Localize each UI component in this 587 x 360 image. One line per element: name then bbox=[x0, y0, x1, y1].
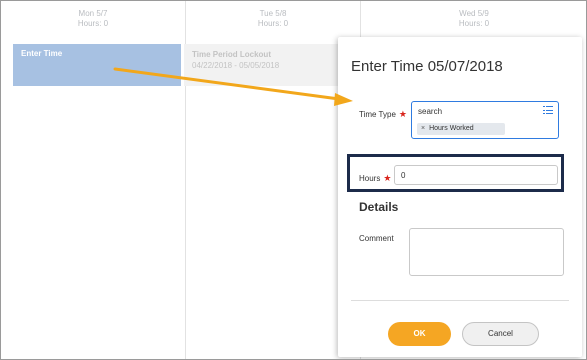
panel-title: Enter Time 05/07/2018 bbox=[351, 58, 503, 75]
details-heading: Details bbox=[359, 200, 399, 214]
lockout-title: Time Period Lockout bbox=[192, 50, 271, 59]
list-icon[interactable] bbox=[543, 106, 553, 115]
enter-time-entry[interactable]: Enter Time bbox=[13, 44, 181, 86]
day-label: Tue 5/8 bbox=[259, 9, 287, 18]
day-header-mon: Mon 5/7 Hours: 0 bbox=[1, 9, 185, 29]
chip-label: Hours Worked bbox=[429, 125, 474, 132]
day-label: Wed 5/9 bbox=[459, 9, 489, 18]
time-type-search-input[interactable]: search bbox=[418, 107, 442, 116]
hours-label-text: Hours bbox=[359, 174, 381, 183]
divider bbox=[351, 300, 569, 301]
screenshot-frame: Mon 5/7 Hours: 0 Tue 5/8 Hours: 0 Wed 5/… bbox=[0, 0, 587, 360]
time-type-label: Time Type ★ bbox=[359, 109, 407, 120]
comment-label: Comment bbox=[359, 234, 394, 243]
chip-remove-icon[interactable]: × bbox=[421, 125, 425, 132]
day-label: Mon 5/7 bbox=[78, 9, 108, 18]
time-type-label-text: Time Type bbox=[359, 110, 396, 119]
time-period-lockout-entry[interactable]: Time Period Lockout 04/22/2018 - 05/05/2… bbox=[184, 44, 342, 86]
day-header-tue: Tue 5/8 Hours: 0 bbox=[186, 9, 360, 29]
time-type-prompt[interactable]: search × Hours Worked bbox=[411, 101, 559, 139]
day-hours: Hours: 0 bbox=[458, 19, 490, 28]
required-star-icon: ★ bbox=[398, 109, 407, 119]
enter-time-entry-label: Enter Time bbox=[21, 49, 63, 58]
comment-textarea[interactable] bbox=[409, 228, 564, 276]
enter-time-panel: Enter Time 05/07/2018 Time Type ★ search … bbox=[338, 37, 582, 357]
ok-button[interactable]: OK bbox=[388, 322, 451, 346]
hours-input[interactable]: 0 bbox=[394, 165, 558, 185]
day-header-wed: Wed 5/9 Hours: 0 bbox=[361, 9, 586, 29]
cancel-button[interactable]: Cancel bbox=[462, 322, 539, 346]
time-type-selected-chip: × Hours Worked bbox=[417, 123, 505, 135]
day-hours: Hours: 0 bbox=[77, 19, 109, 28]
hours-label: Hours ★ bbox=[359, 173, 391, 184]
day-hours: Hours: 0 bbox=[257, 19, 289, 28]
required-star-icon: ★ bbox=[383, 173, 392, 183]
lockout-range: 04/22/2018 - 05/05/2018 bbox=[192, 61, 280, 70]
